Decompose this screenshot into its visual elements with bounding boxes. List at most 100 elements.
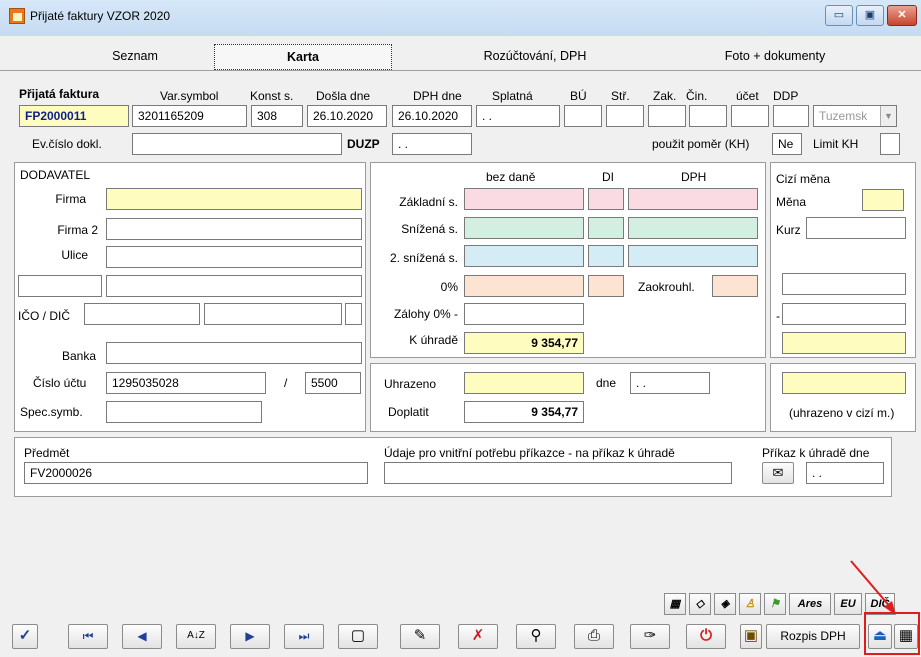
next-record-icon[interactable]: ▶: [230, 624, 270, 649]
dph-dne-field[interactable]: 26.10.2020: [392, 105, 472, 127]
sort-icon[interactable]: A↓Z: [176, 624, 216, 649]
spec-label: Spec.symb.: [20, 405, 83, 419]
ico-field[interactable]: [84, 303, 200, 325]
col-di: DI: [602, 170, 614, 184]
dne-field[interactable]: . .: [630, 372, 710, 394]
kurz-field[interactable]: [806, 217, 906, 239]
stamp-icon[interactable]: ✑: [630, 624, 670, 649]
konst-field[interactable]: 308: [251, 105, 303, 127]
qr-small-icon[interactable]: ▦: [664, 593, 686, 615]
delete-record-icon[interactable]: ✗: [458, 624, 498, 649]
splatna-label: Splatná: [492, 89, 533, 103]
tab-rozuctovani[interactable]: Rozúčtování, DPH: [440, 44, 630, 70]
ddp-field[interactable]: [773, 105, 809, 127]
last-record-icon[interactable]: ⏭: [284, 624, 324, 649]
dic-field[interactable]: [204, 303, 342, 325]
find-icon[interactable]: ⚲: [516, 624, 556, 649]
evcislo-field[interactable]: [132, 133, 342, 155]
tab-karta[interactable]: Karta: [214, 44, 392, 70]
zero-di-field[interactable]: [588, 275, 624, 297]
new-record-icon[interactable]: ▢: [338, 624, 378, 649]
bu-label: BÚ: [570, 89, 587, 103]
firma2-field[interactable]: [106, 218, 362, 240]
splatna-field[interactable]: . .: [476, 105, 560, 127]
mena-label: Měna: [776, 195, 807, 209]
snizena-dph-field[interactable]: [628, 217, 758, 239]
zakladni-label: Základní s.: [399, 195, 458, 209]
dosla-field[interactable]: 26.10.2020: [307, 105, 387, 127]
zakladni-di-field[interactable]: [588, 188, 624, 210]
minimize-icon[interactable]: ▭: [825, 5, 853, 26]
zaokrouhl-field[interactable]: [712, 275, 758, 297]
confirm-button[interactable]: ✓: [12, 624, 38, 649]
limit-label: Limit KH: [813, 137, 859, 151]
udaje-field[interactable]: [384, 462, 732, 484]
zak-field[interactable]: [648, 105, 686, 127]
zero-label: 0%: [440, 280, 458, 294]
first-record-icon[interactable]: ⏮: [68, 624, 108, 649]
str-field[interactable]: [606, 105, 644, 127]
pouzit-field[interactable]: Ne: [772, 133, 802, 155]
czech-map-icon[interactable]: ◇: [689, 593, 711, 615]
zero-base-field[interactable]: [464, 275, 584, 297]
firma-field[interactable]: [106, 188, 362, 210]
prikaz-date-field[interactable]: . .: [806, 462, 884, 484]
predmet-field[interactable]: FV2000026: [24, 462, 368, 484]
bank-code-field[interactable]: 5500: [305, 372, 361, 394]
czech-map-check-icon[interactable]: ◈: [714, 593, 736, 615]
cislo-uctu-field[interactable]: 1295035028: [106, 372, 266, 394]
rozpis-dph-button[interactable]: Rozpis DPH: [766, 624, 860, 649]
tab-seznam[interactable]: Seznam: [70, 44, 200, 70]
banka-field[interactable]: [106, 342, 362, 364]
zakladni-dph-field[interactable]: [628, 188, 758, 210]
psc-field[interactable]: [18, 275, 102, 297]
power-icon[interactable]: ⏻: [686, 624, 726, 649]
cin-label: Čin.: [686, 89, 708, 103]
dph-dne-label: DPH dne: [413, 89, 462, 103]
invoice-number-field[interactable]: FP2000011: [19, 105, 129, 127]
prikaz-button[interactable]: ✉: [762, 462, 794, 484]
slash-label: /: [284, 376, 288, 390]
snizena-base-field[interactable]: [464, 217, 584, 239]
dic-check-field[interactable]: [345, 303, 362, 325]
foreign-zalohy-field[interactable]: [782, 303, 906, 325]
maximize-icon[interactable]: ▣: [856, 5, 884, 26]
limit-checkbox[interactable]: [880, 133, 900, 155]
spec-field[interactable]: [106, 401, 262, 423]
close-icon[interactable]: ✕: [887, 5, 917, 26]
varsymbol-field[interactable]: 3201165209: [132, 105, 247, 127]
snizena2-base-field[interactable]: [464, 245, 584, 267]
tab-divider: [0, 70, 921, 71]
tab-foto[interactable]: Foto + dokumenty: [700, 44, 850, 70]
uhrazeno-field[interactable]: [464, 372, 584, 394]
snizena2-di-field[interactable]: [588, 245, 624, 267]
snizena2-dph-field[interactable]: [628, 245, 758, 267]
uhrazeno-label: Uhrazeno: [384, 377, 437, 391]
foreign-note: (uhrazeno v cizí m.): [789, 406, 895, 420]
prev-record-icon[interactable]: ◀: [122, 624, 162, 649]
annotation-arrow-icon: [850, 560, 896, 615]
foreign-uhrazeno-field[interactable]: [782, 372, 906, 394]
k-uhrade-label: K úhradě: [409, 333, 458, 347]
dosla-label: Došla dne: [316, 89, 371, 103]
flag-icon[interactable]: ⚑: [764, 593, 786, 615]
ucet-field[interactable]: [731, 105, 769, 127]
foreign-total-field[interactable]: [782, 273, 906, 295]
snizena-di-field[interactable]: [588, 217, 624, 239]
zalohy-field[interactable]: [464, 303, 584, 325]
calculator-icon[interactable]: ▣: [740, 624, 762, 649]
print-icon[interactable]: ⎙: [574, 624, 614, 649]
foreign-title: Cizí měna: [776, 172, 831, 186]
obec-field[interactable]: [106, 275, 362, 297]
zakladni-base-field[interactable]: [464, 188, 584, 210]
mena-field[interactable]: [862, 189, 904, 211]
duzp-field[interactable]: . .: [392, 133, 472, 155]
cin-field[interactable]: [689, 105, 727, 127]
edit-record-icon[interactable]: ✎: [400, 624, 440, 649]
bu-field[interactable]: [564, 105, 602, 127]
app-icon: [9, 8, 25, 24]
ulice-field[interactable]: [106, 246, 362, 268]
ddp-select[interactable]: Tuzemsk ▼: [813, 105, 897, 127]
person-icon[interactable]: ♙: [739, 593, 761, 615]
ddp-label: DDP: [773, 89, 799, 103]
